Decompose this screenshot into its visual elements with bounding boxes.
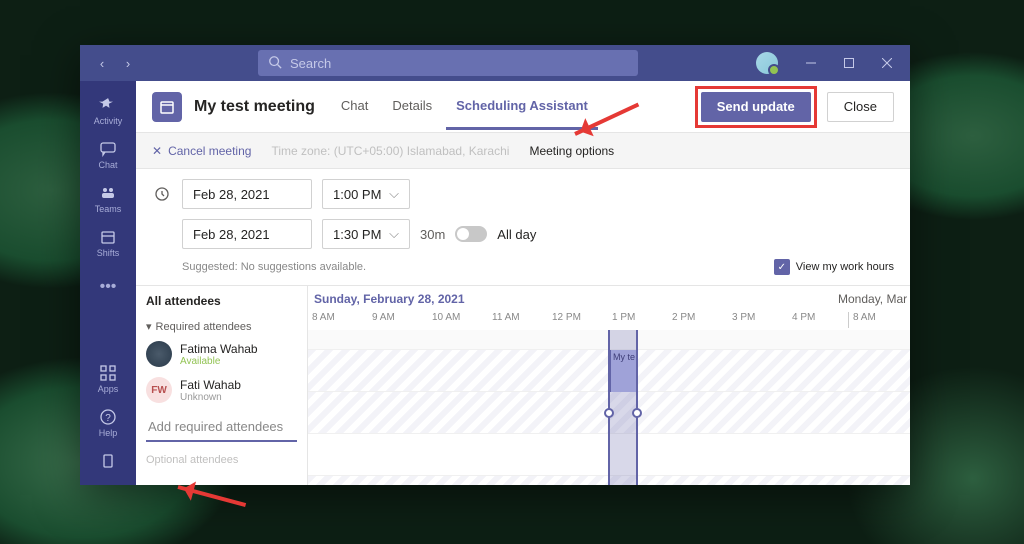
send-update-button[interactable]: Send update	[701, 92, 811, 122]
required-label: Required attendees	[156, 321, 252, 333]
optional-section[interactable]: Optional attendees	[146, 454, 297, 466]
sidebar-more[interactable]: •••	[80, 265, 136, 309]
required-section[interactable]: ▾ Required attendees	[146, 320, 297, 333]
attendees-header: All attendees	[146, 294, 297, 308]
attendee-row[interactable]: Fatima Wahab Available	[146, 341, 297, 367]
hour-label: 3 PM	[728, 312, 788, 328]
meeting-header: My test meeting Chat Details Scheduling …	[136, 81, 910, 133]
day-label-next: Monday, Mar	[838, 292, 907, 306]
sidebar-item-help[interactable]: ? Help	[80, 401, 136, 445]
sidebar-item-apps[interactable]: Apps	[80, 357, 136, 401]
time-selection[interactable]	[608, 330, 638, 485]
sidebar-item-chat[interactable]: Chat	[80, 133, 136, 177]
cancel-meeting-label: Cancel meeting	[168, 144, 251, 158]
hour-label: 2 PM	[668, 312, 728, 328]
maximize-button[interactable]	[830, 45, 868, 81]
tab-chat[interactable]: Chat	[331, 84, 378, 130]
hour-label: 10 AM	[428, 312, 488, 328]
allday-toggle[interactable]	[455, 226, 487, 242]
attendee-row[interactable]: FW Fati Wahab Unknown	[146, 377, 297, 403]
hour-label: 1 PM	[608, 312, 668, 328]
hour-label: 4 PM	[788, 312, 848, 328]
main-content: My test meeting Chat Details Scheduling …	[136, 81, 910, 485]
meeting-subbar: ✕ Cancel meeting Time zone: (UTC+05:00) …	[136, 133, 910, 169]
titlebar: ‹ › Search	[80, 45, 910, 81]
selection-handle-right[interactable]	[632, 408, 642, 418]
teams-app-window: ‹ › Search Activity Chat	[80, 45, 910, 485]
cancel-meeting-button[interactable]: ✕ Cancel meeting	[152, 144, 251, 158]
sidebar-label: Apps	[98, 384, 119, 394]
attendee-name: Fatima Wahab	[180, 342, 258, 356]
search-placeholder: Search	[290, 56, 331, 71]
grid-area[interactable]: My te	[308, 330, 910, 485]
sidebar-item-download[interactable]	[80, 445, 136, 479]
workhours-label: View my work hours	[796, 261, 894, 273]
day-label: Sunday, February 28, 2021	[314, 292, 465, 306]
end-time-value: 1:30 PM	[333, 227, 381, 242]
allday-label: All day	[497, 227, 536, 242]
selection-handle-left[interactable]	[604, 408, 614, 418]
search-input[interactable]: Search	[258, 50, 638, 76]
forward-button[interactable]: ›	[116, 45, 140, 81]
start-time-value: 1:00 PM	[333, 187, 381, 202]
attendee-status: Unknown	[180, 392, 241, 403]
chevron-down-icon: ⌵	[389, 186, 399, 202]
close-button[interactable]: Close	[827, 92, 894, 122]
calendar-icon	[152, 92, 182, 122]
start-time-select[interactable]: 1:00 PM ⌵	[322, 179, 410, 209]
datetime-section: 1:00 PM ⌵ 1:30 PM ⌵ 30m All day Suggeste…	[136, 169, 910, 285]
add-required-attendee-input[interactable]	[146, 413, 297, 442]
sidebar-label: Activity	[94, 116, 123, 126]
sidebar-label: Chat	[98, 160, 117, 170]
annotation-highlight: Send update	[695, 86, 817, 128]
start-date-input[interactable]	[182, 179, 312, 209]
close-icon: ✕	[152, 144, 162, 158]
meeting-options-link[interactable]: Meeting options	[529, 144, 614, 158]
sidebar-label: Shifts	[97, 248, 120, 258]
meeting-tabs: Chat Details Scheduling Assistant	[331, 84, 598, 130]
clock-icon	[152, 186, 172, 202]
attendee-name: Fati Wahab	[180, 378, 241, 392]
left-rail: Activity Chat Teams Shifts ••• Apps ? He…	[80, 81, 136, 485]
hour-label: 8 AM	[848, 312, 908, 328]
hour-labels: 8 AM 9 AM 10 AM 11 AM 12 PM 1 PM 2 PM 3 …	[308, 312, 910, 328]
timeline[interactable]: Sunday, February 28, 2021 Monday, Mar 8 …	[308, 286, 910, 485]
workhours-checkbox[interactable]: ✓ View my work hours	[774, 259, 894, 275]
attendee-avatar: FW	[146, 377, 172, 403]
sidebar-label: Help	[99, 428, 118, 438]
back-button[interactable]: ‹	[90, 45, 114, 81]
tab-details[interactable]: Details	[382, 84, 442, 130]
timezone-text: Time zone: (UTC+05:00) Islamabad, Karach…	[271, 144, 509, 158]
scheduling-grid: All attendees ▾ Required attendees Fatim…	[136, 285, 910, 485]
hour-label: 8 AM	[308, 312, 368, 328]
svg-text:?: ?	[105, 413, 111, 424]
hour-label: 9 AM	[368, 312, 428, 328]
attendee-avatar	[146, 341, 172, 367]
close-window-button[interactable]	[868, 45, 906, 81]
end-time-select[interactable]: 1:30 PM ⌵	[322, 219, 410, 249]
duration-text: 30m	[420, 227, 445, 242]
sidebar-item-teams[interactable]: Teams	[80, 177, 136, 221]
optional-label: Optional attendees	[146, 454, 238, 466]
sidebar-item-activity[interactable]: Activity	[80, 89, 136, 133]
sidebar-item-shifts[interactable]: Shifts	[80, 221, 136, 265]
chevron-down-icon: ⌵	[389, 226, 399, 242]
minimize-button[interactable]	[792, 45, 830, 81]
sidebar-label: Teams	[95, 204, 122, 214]
caret-down-icon: ▾	[146, 320, 152, 333]
suggestions-text: Suggested: No suggestions available.	[182, 261, 366, 273]
search-icon	[268, 55, 282, 72]
attendees-column: All attendees ▾ Required attendees Fatim…	[136, 286, 308, 485]
end-date-input[interactable]	[182, 219, 312, 249]
meeting-title: My test meeting	[194, 98, 315, 116]
user-avatar[interactable]	[756, 52, 778, 74]
checkbox-icon: ✓	[774, 259, 790, 275]
attendee-status: Available	[180, 356, 258, 367]
hour-label: 12 PM	[548, 312, 608, 328]
hour-label: 11 AM	[488, 312, 548, 328]
